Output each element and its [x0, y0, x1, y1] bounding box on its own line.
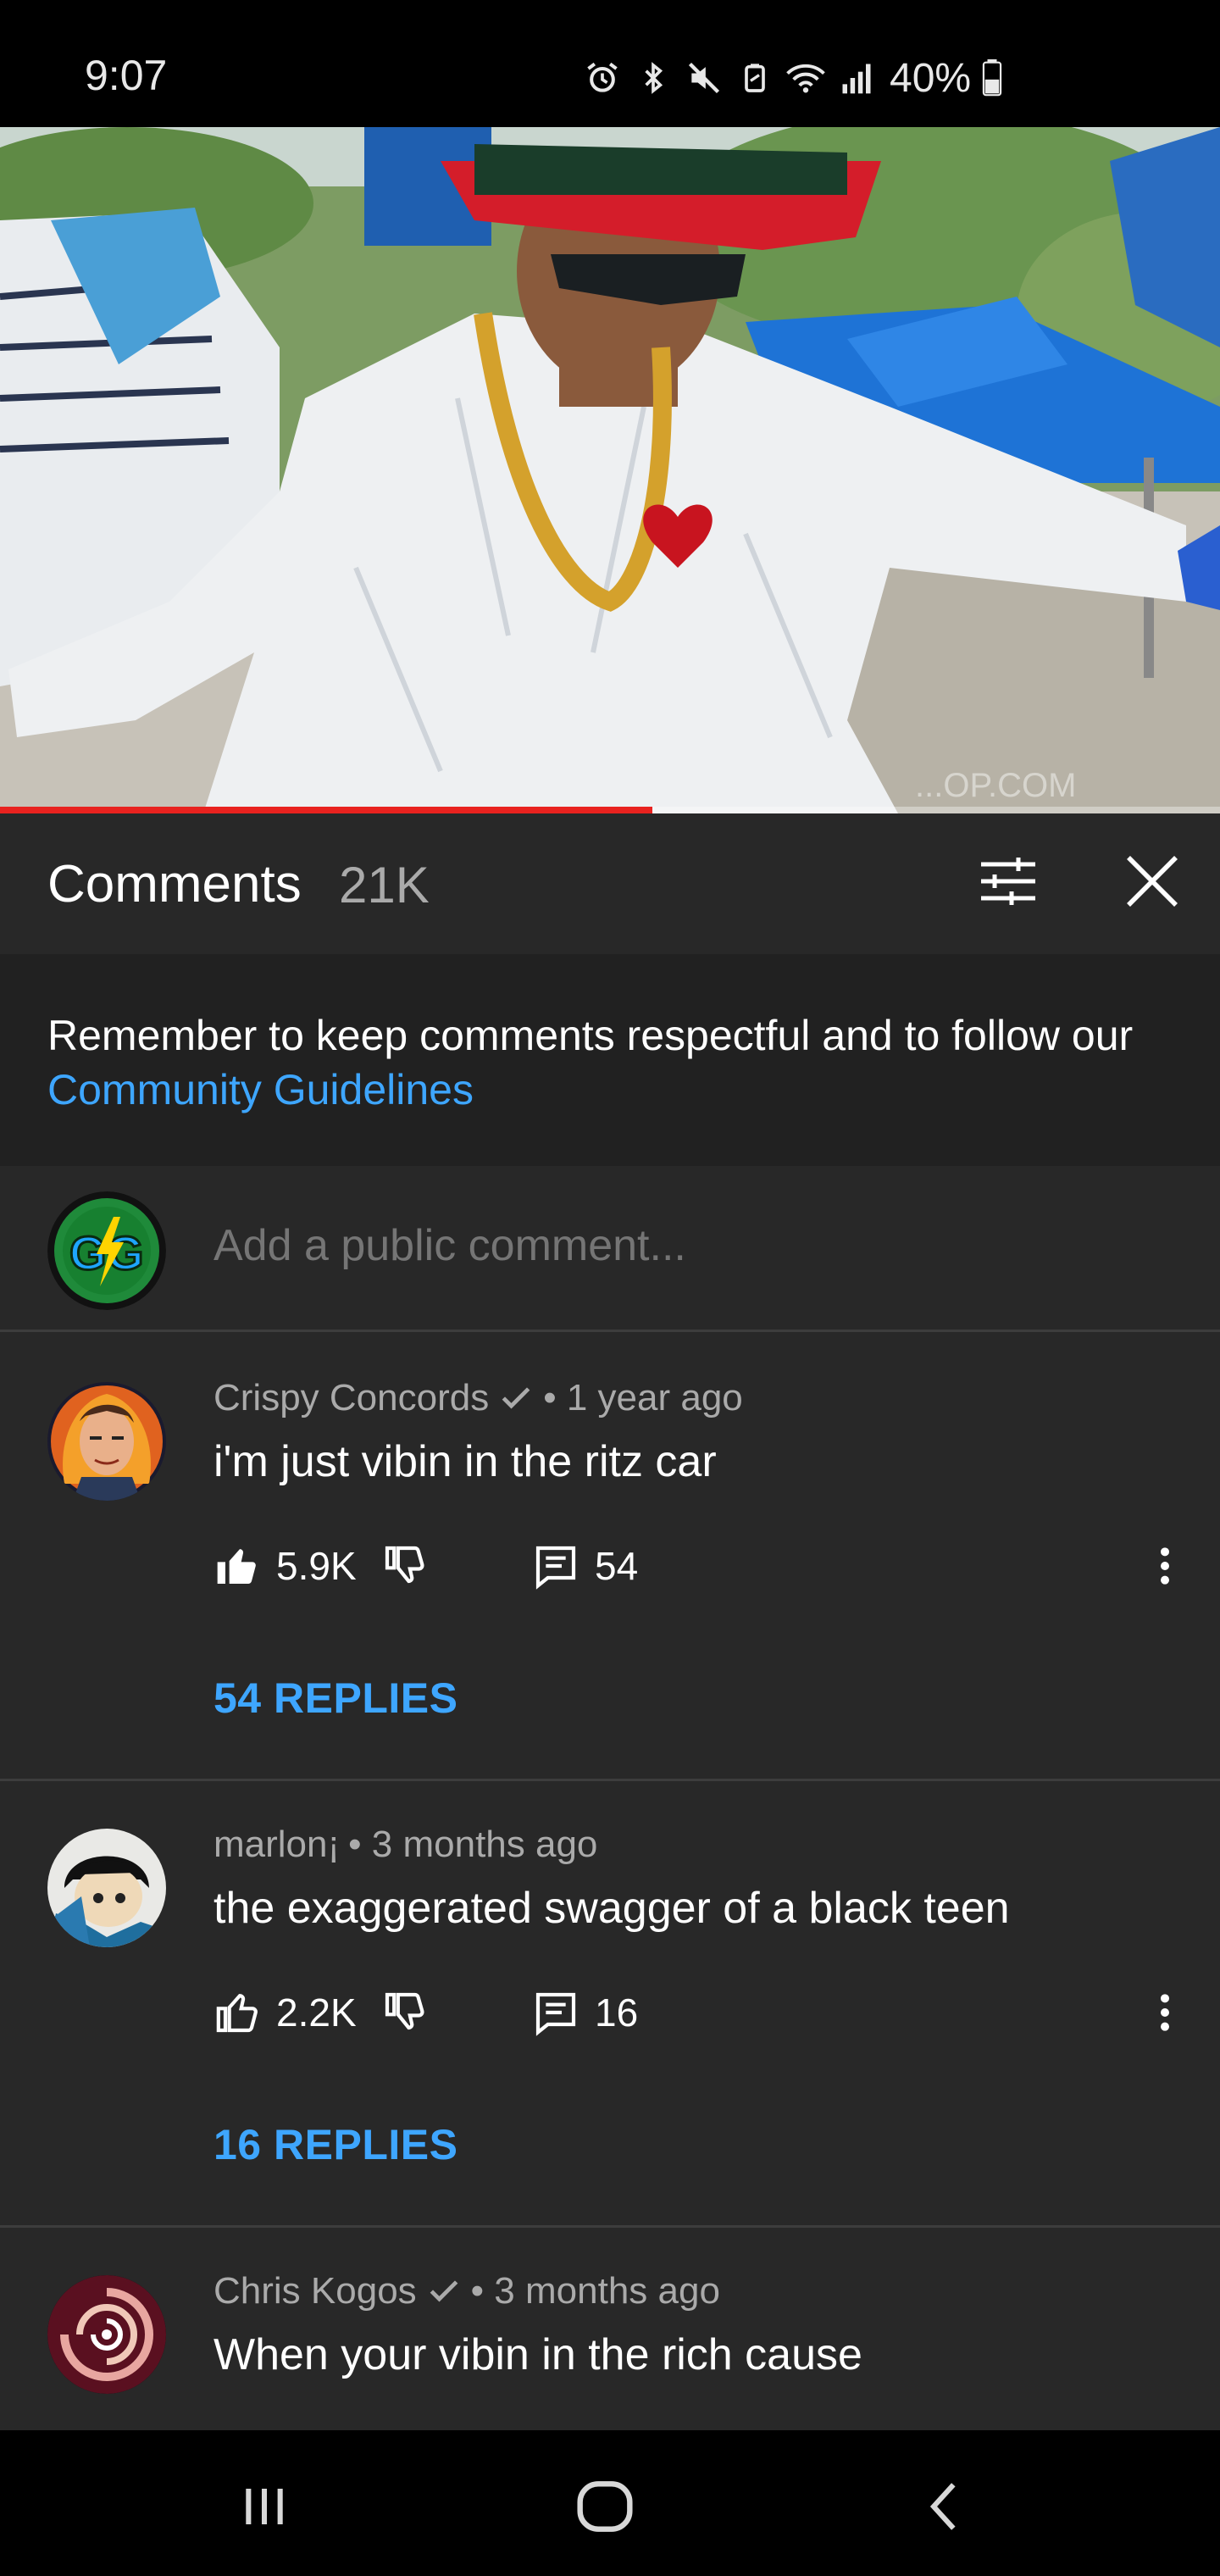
like-button[interactable]: 5.9K	[214, 1536, 357, 1596]
more-options-icon[interactable]	[1144, 1983, 1186, 2042]
commenter-avatar[interactable]	[47, 1829, 166, 1947]
system-nav-bar	[0, 2430, 1220, 2576]
dislike-button[interactable]	[381, 1983, 429, 2042]
thumbs-up-icon	[216, 1994, 258, 2033]
status-bar: 9:07 40%	[0, 0, 1220, 127]
commenter-avatar[interactable]	[47, 2275, 166, 2394]
add-comment-row: G G	[0, 1166, 1220, 1332]
guidelines-text: Remember to keep comments respectful and…	[47, 1012, 1134, 1059]
thumbs-down-icon	[385, 1992, 424, 2030]
view-replies-button[interactable]: 54 REPLIES	[214, 1674, 458, 1723]
video-player[interactable]: ...OP.COM	[0, 127, 1220, 813]
comment-author[interactable]: marlon¡	[214, 1824, 340, 1866]
comment-meta: marlon¡ • 3 months ago	[214, 1824, 597, 1866]
verified-check-icon	[430, 2280, 458, 2302]
wifi-icon	[785, 57, 827, 99]
reply-count: 54	[595, 1544, 639, 1588]
comment-author[interactable]: Chris Kogos	[214, 2270, 417, 2312]
community-guidelines-link[interactable]: Community Guidelines	[47, 1066, 474, 1113]
reply-button[interactable]: 16	[532, 1983, 638, 2042]
alarm-icon	[581, 57, 624, 99]
comment-author[interactable]: Crispy Concords	[214, 1377, 489, 1419]
comment-time[interactable]: • 3 months ago	[471, 2270, 720, 2312]
battery-icon	[979, 57, 1005, 99]
filter-icon[interactable]	[974, 847, 1042, 915]
video-watermark: ...OP.COM	[915, 767, 1076, 804]
comment-meta: Chris Kogos • 3 months ago	[214, 2270, 720, 2312]
close-icon[interactable]	[1118, 847, 1186, 915]
reply-comment-icon	[535, 1992, 576, 2036]
comment-actions: 5.9K 54	[214, 1536, 1188, 1596]
recent-apps-icon	[246, 2489, 283, 2524]
back-icon	[929, 2483, 956, 2530]
commenter-avatar[interactable]	[47, 1382, 166, 1501]
thumbs-up-filled-icon	[217, 1549, 256, 1584]
battery-saver-icon	[734, 57, 776, 99]
like-count: 2.2K	[276, 1990, 357, 2035]
comments-count: 21K	[339, 857, 430, 913]
home-icon	[577, 2481, 633, 2532]
battery-percent: 40%	[890, 55, 972, 101]
comment-item: Chris Kogos • 3 months ago When your vib…	[0, 2228, 1220, 2430]
home-button[interactable]	[563, 2464, 647, 2549]
comments-header: Comments 21K	[0, 813, 1220, 954]
comment-text: i'm just vibin in the ritz car	[214, 1437, 717, 1486]
comment-text: the exaggerated swagger of a black teen	[214, 1884, 1010, 1933]
like-count: 5.9K	[276, 1544, 357, 1588]
add-comment-input[interactable]	[214, 1220, 1145, 1271]
community-guidelines-notice: Remember to keep comments respectful and…	[0, 954, 1220, 1166]
verified-check-icon	[502, 1387, 530, 1409]
comment-item: marlon¡ • 3 months ago the exaggerated s…	[0, 1781, 1220, 2228]
video-progress-fill	[0, 807, 653, 813]
reply-button[interactable]: 54	[532, 1536, 638, 1596]
comment-time[interactable]: • 1 year ago	[543, 1377, 743, 1419]
user-avatar: G G	[47, 1191, 166, 1310]
reply-count: 16	[595, 1990, 639, 2035]
status-time: 9:07	[85, 52, 168, 99]
comment-text: When your vibin in the rich cause	[214, 2330, 862, 2379]
bluetooth-icon	[632, 57, 674, 99]
more-options-icon[interactable]	[1144, 1536, 1186, 1596]
comment-actions: 2.2K 16	[214, 1983, 1188, 2042]
reply-comment-icon	[535, 1546, 576, 1590]
status-icons: 40%	[581, 53, 1005, 103]
mute-icon	[683, 57, 725, 99]
back-button[interactable]	[903, 2464, 988, 2549]
video-frame: ...OP.COM	[0, 127, 1220, 813]
view-replies-button[interactable]: 16 REPLIES	[214, 2120, 458, 2169]
comments-title: Comments	[47, 855, 302, 913]
comment-item: Crispy Concords • 1 year ago i'm just vi…	[0, 1335, 1220, 1781]
video-progress-bar[interactable]	[0, 807, 1220, 813]
recent-apps-button[interactable]	[222, 2464, 307, 2549]
like-button[interactable]: 2.2K	[214, 1983, 357, 2042]
dislike-button[interactable]	[381, 1536, 429, 1596]
comment-meta: Crispy Concords • 1 year ago	[214, 1377, 743, 1419]
comment-time[interactable]: • 3 months ago	[348, 1824, 597, 1866]
signal-icon	[835, 57, 878, 99]
thumbs-down-icon	[385, 1546, 424, 1584]
